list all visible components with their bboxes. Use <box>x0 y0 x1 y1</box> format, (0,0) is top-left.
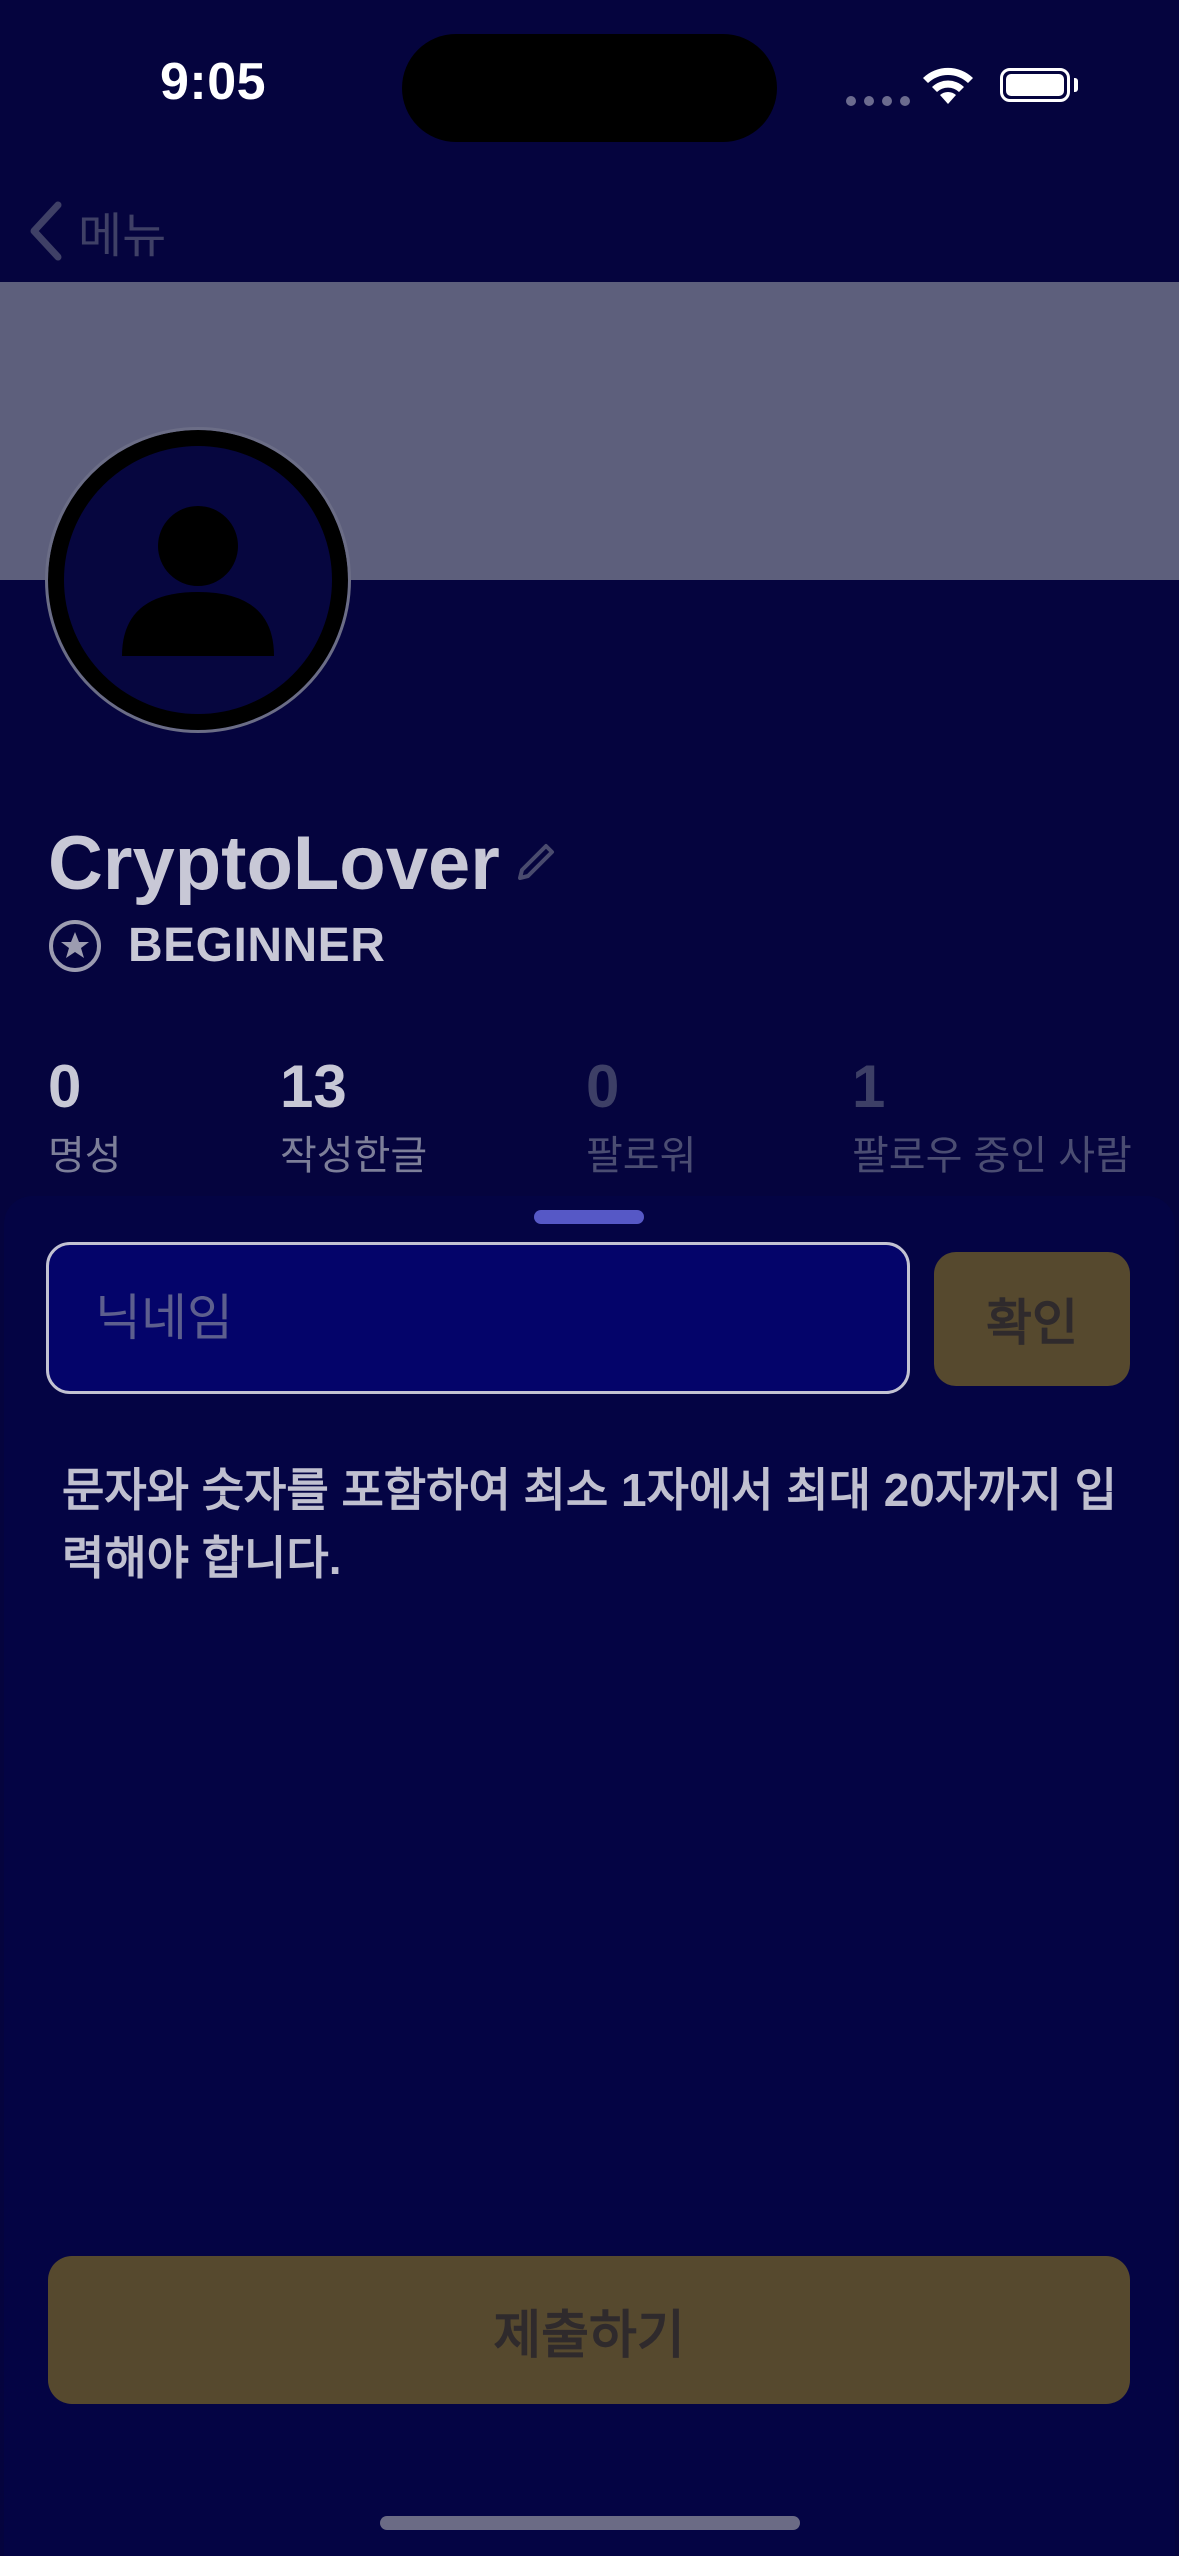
dynamic-island <box>402 34 777 142</box>
nickname-helper-text: 문자와 숫자를 포함하여 최소 1자에서 최대 20자까지 입력해야 합니다. <box>62 1464 1117 1584</box>
wifi-icon <box>923 67 973 104</box>
person-icon <box>122 506 274 656</box>
nickname-input[interactable] <box>46 1242 910 1394</box>
submit-button[interactable]: 제출하기 <box>48 2256 1130 2404</box>
stat-posts[interactable]: 13 작성한글 <box>280 1052 427 1181</box>
cellular-signal-icon <box>846 96 910 106</box>
stat-reputation[interactable]: 0 명성 <box>48 1052 122 1181</box>
stat-label: 작성한글 <box>280 1134 428 1178</box>
sheet-grabber[interactable] <box>534 1210 644 1224</box>
star-badge-icon <box>49 919 101 972</box>
chevron-left-icon <box>30 201 62 261</box>
rank-badge: BEGINNER <box>48 918 385 973</box>
rank-label: BEGINNER <box>128 919 386 972</box>
confirm-button[interactable]: 확인 <box>934 1252 1130 1386</box>
stat-value: 0 <box>586 1053 620 1120</box>
back-label: 메뉴 <box>78 210 167 263</box>
battery-icon <box>1000 68 1070 102</box>
stat-followers[interactable]: 0 팔로워 <box>586 1052 696 1181</box>
stat-label: 팔로워 <box>586 1134 697 1178</box>
stat-value: 13 <box>280 1053 347 1120</box>
stat-following[interactable]: 1 팔로우 중인 사람 <box>852 1052 1132 1181</box>
stat-label: 명성 <box>48 1134 122 1178</box>
stat-value: 0 <box>48 1053 82 1120</box>
stat-value: 1 <box>852 1053 886 1120</box>
battery-cap <box>1074 78 1078 92</box>
status-time: 9:05 <box>160 53 267 111</box>
home-indicator <box>380 2516 800 2530</box>
back-button[interactable]: 메뉴 <box>26 196 166 266</box>
username: CryptoLover <box>48 821 500 906</box>
stat-label: 팔로우 중인 사람 <box>852 1134 1132 1178</box>
pencil-icon[interactable] <box>512 838 560 886</box>
avatar[interactable] <box>45 427 351 733</box>
